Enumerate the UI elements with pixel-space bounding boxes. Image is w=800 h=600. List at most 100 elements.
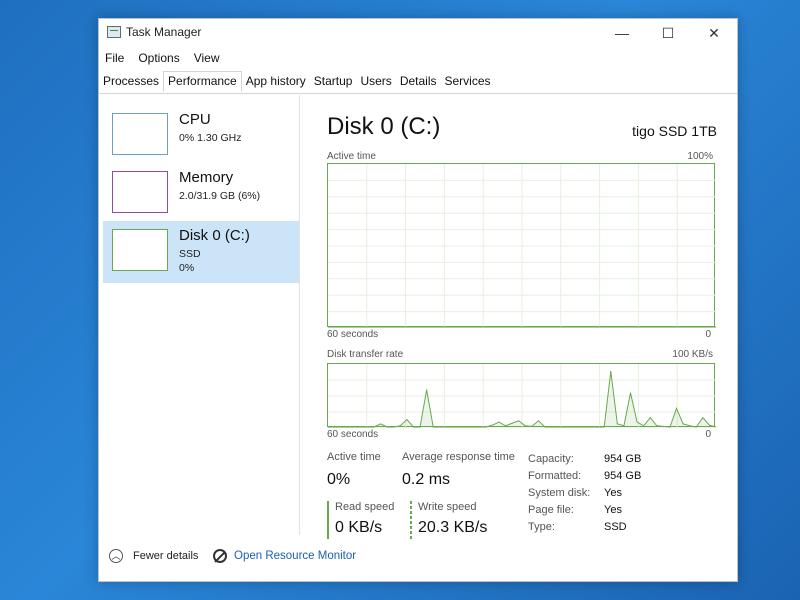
chart-data-point [649, 417, 651, 419]
chart-data-point [623, 425, 625, 427]
sidebar-item-title: CPU [179, 111, 211, 128]
chart-data-point [590, 326, 592, 328]
chart-data-point [472, 326, 474, 328]
menu-view[interactable]: View [194, 51, 220, 65]
footer-bar: ︿ Fewer details Open Resource Monitor [99, 537, 737, 581]
chart-data-point [386, 426, 388, 428]
chart-data-point [491, 326, 493, 328]
chart-data-point [636, 421, 638, 423]
chart-data-point [491, 424, 493, 426]
chart-data-point [485, 426, 487, 428]
type-label: Type: [528, 521, 555, 533]
chart-data-point [340, 326, 342, 328]
chart-data-point [531, 425, 533, 427]
system-disk-label: System disk: [528, 487, 591, 499]
chart-data-point [557, 326, 559, 328]
chart-data-point [708, 326, 710, 328]
chart-data-point [551, 326, 553, 328]
chart-data-point [610, 326, 612, 328]
tab-services[interactable]: Services [441, 72, 495, 91]
chart-data-point [669, 426, 671, 428]
chart-data-point [570, 326, 572, 328]
read-speed-indicator [327, 501, 329, 539]
read-speed-stat-value: 0 KB/s [335, 519, 383, 536]
chevron-up-icon[interactable]: ︿ [109, 549, 123, 563]
chart-data-point [695, 426, 697, 428]
chart-data-point [643, 425, 645, 427]
maximize-button[interactable]: ☐ [645, 19, 691, 47]
chart-data-point [656, 425, 658, 427]
minimize-button[interactable]: — [599, 19, 645, 47]
chart-data-point [478, 426, 480, 428]
chart-data-point [537, 420, 539, 422]
chart-data-point [373, 426, 375, 428]
page-file-label: Page file: [528, 504, 574, 516]
chart-data-point [597, 326, 599, 328]
capacity-label: Capacity: [528, 453, 574, 465]
chart-data-point [518, 326, 520, 328]
chart-data-point [603, 426, 605, 428]
chart-data-point [347, 426, 349, 428]
chart-data-point [636, 326, 638, 328]
chart-data-point [676, 407, 678, 409]
chart-data-point [564, 326, 566, 328]
tab-app-history[interactable]: App history [242, 72, 310, 91]
chart-data-point [669, 326, 671, 328]
chart-data-point [682, 423, 684, 425]
chart-data-point [676, 326, 678, 328]
chart-data-point [419, 326, 421, 328]
tab-users[interactable]: Users [356, 72, 395, 91]
menu-file[interactable]: File [105, 51, 124, 65]
transfer-chart-x-label: 60 seconds [327, 429, 379, 440]
active-time-stat-value: 0% [327, 471, 351, 488]
menu-options[interactable]: Options [138, 51, 179, 65]
chart-data-point [393, 426, 395, 428]
tab-performance[interactable]: Performance [163, 71, 242, 92]
chart-data-point [505, 425, 507, 427]
sidebar-item-subtitle: SSD [179, 248, 201, 260]
chart-data-point [334, 426, 336, 428]
chart-data-point [603, 326, 605, 328]
tab-bar: Processes Performance App history Startup Us… [99, 71, 737, 94]
avg-response-stat-label: Average response time [402, 451, 515, 463]
chart-data-point [511, 422, 513, 424]
active-time-chart-min: 0 [705, 329, 711, 340]
chart-data-point [518, 420, 520, 422]
chart-data-point [452, 326, 454, 328]
chart-data-point [360, 326, 362, 328]
write-speed-stat-value: 20.3 KB/s [418, 519, 488, 536]
chart-data-point [459, 426, 461, 428]
chart-data-point [610, 370, 612, 372]
tab-startup[interactable]: Startup [310, 72, 357, 91]
chart-data-point [577, 326, 579, 328]
chart-data-point [498, 421, 500, 423]
title-bar[interactable]: Task Manager — ☐ ✕ [99, 19, 737, 47]
transfer-chart-min: 0 [705, 429, 711, 440]
type-value: SSD [604, 521, 627, 533]
chart-data-point [630, 392, 632, 394]
chart-data-point [412, 326, 414, 328]
sidebar-item-disk[interactable]: Disk 0 (C:) SSD 0% [103, 221, 299, 283]
close-button[interactable]: ✕ [691, 19, 737, 47]
transfer-rate-chart-svg [328, 364, 716, 428]
chart-data-point [380, 423, 382, 425]
sidebar-item-memory[interactable]: Memory 2.0/31.9 GB (6%) [103, 163, 299, 225]
task-manager-icon [107, 26, 121, 38]
page-file-value: Yes [604, 504, 622, 516]
disk-detail-panel: Disk 0 (C:) tigo SSD 1TB Active time 100… [299, 95, 737, 539]
sidebar-item-cpu[interactable]: CPU 0% 1.30 GHz [103, 105, 299, 167]
active-time-stat-label: Active time [327, 451, 381, 463]
fewer-details-button[interactable]: Fewer details [133, 550, 198, 562]
tab-processes[interactable]: Processes [99, 72, 163, 91]
tab-details[interactable]: Details [396, 72, 441, 91]
open-resource-monitor-link[interactable]: Open Resource Monitor [234, 550, 356, 562]
active-time-chart-svg [328, 164, 716, 328]
chart-data-point [662, 326, 664, 328]
chart-data-point [616, 423, 618, 425]
resource-monitor-icon[interactable] [213, 549, 227, 563]
chart-data-point [412, 426, 414, 428]
chart-data-point [656, 326, 658, 328]
chart-data-point [478, 326, 480, 328]
chart-data-point [616, 326, 618, 328]
chart-data-point [406, 419, 408, 421]
